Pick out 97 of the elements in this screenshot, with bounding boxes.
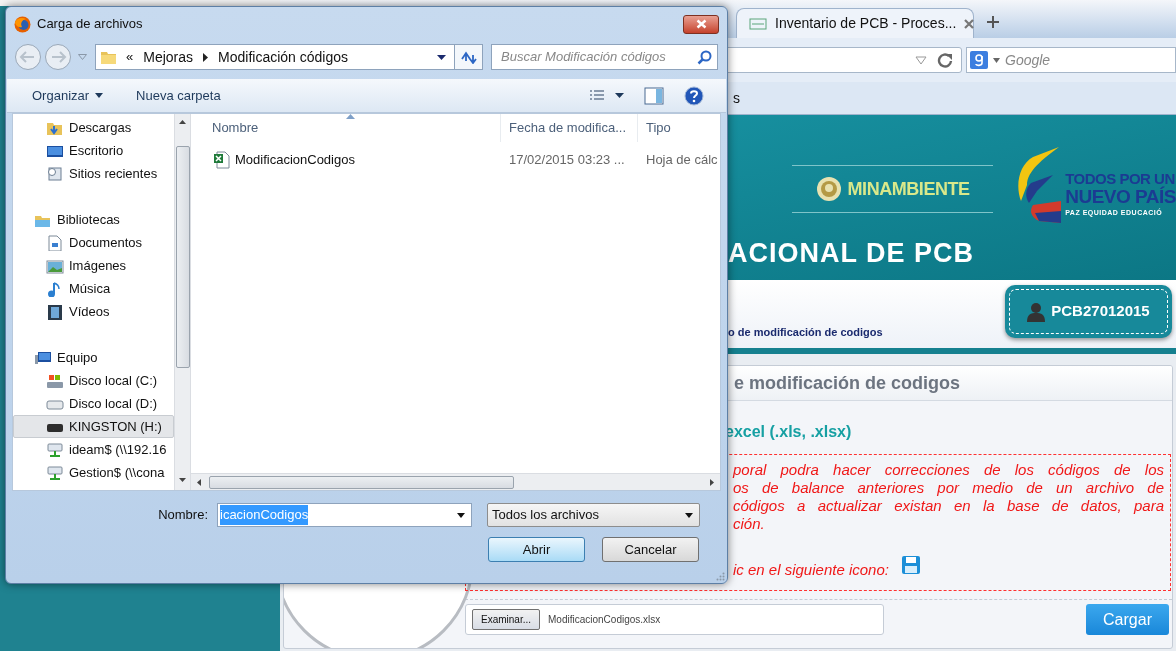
nav-item[interactable]: Bibliotecas [13, 208, 174, 231]
network-drive-icon [46, 441, 64, 458]
dropdown-icon [78, 54, 87, 60]
search-icon [697, 49, 712, 65]
close-button[interactable] [683, 14, 719, 34]
dialog-button[interactable]: Abrir [488, 537, 585, 562]
column-header[interactable]: Nombre [191, 114, 501, 142]
google-icon [970, 51, 988, 69]
nav-item[interactable]: Equipo [13, 346, 174, 369]
scroll-up-icon[interactable] [179, 120, 186, 124]
view-options-button[interactable] [589, 88, 624, 103]
reload-icon [937, 52, 953, 68]
vertical-scrollbar[interactable] [174, 114, 191, 490]
browser-tab[interactable]: Inventario de PCB - Proces... [736, 8, 974, 38]
path-segment[interactable]: Modificación códigos [218, 46, 348, 68]
site-title: ACIONAL DE PCB [727, 237, 976, 270]
breadcrumb-text: o de modificación de codigos [728, 324, 883, 340]
page-icon [749, 17, 767, 30]
notice-text: ic en el siguiente icono: [733, 561, 889, 579]
dropdown-icon [437, 54, 446, 60]
notice-text: códigos a actualizar existan en la base de datos, para [733, 497, 1164, 515]
file-date: 17/02/2015 03:23 ... [508, 151, 626, 170]
nav-item[interactable]: Música [13, 277, 174, 300]
filename-label: Nombre: [157, 506, 209, 525]
file-type-select[interactable]: Todos los archivos [487, 503, 700, 527]
resize-grip-icon [716, 572, 725, 581]
toolbar-button[interactable]: Nueva carpeta [136, 85, 221, 106]
nav-item[interactable]: Vídeos [13, 300, 174, 323]
notice-text: os de balance anteriores por medio de un archivo de [733, 479, 1164, 497]
toolbar-button[interactable]: Organizar [32, 85, 104, 106]
recent-places-icon [46, 165, 64, 182]
file-name: ModificacionCodigos.xlsx [548, 613, 661, 627]
path-overflow[interactable]: « [126, 47, 134, 67]
nav-item[interactable]: Sitios recientes [13, 162, 174, 185]
tab-title: Inventario de PCB - Proces... [775, 14, 957, 33]
dropdown-icon [457, 512, 465, 518]
file-name: ModificacionCodigos [235, 151, 355, 170]
nav-item[interactable]: ideam$ (\\192.16 [13, 438, 174, 461]
picture-icon [46, 257, 64, 274]
scroll-right-icon[interactable] [710, 478, 714, 486]
help-icon[interactable] [684, 85, 704, 106]
drive-icon [46, 372, 64, 389]
drive-icon [46, 397, 64, 410]
search-field[interactable]: Google [966, 47, 1176, 73]
nav-item[interactable]: Descargas [13, 116, 174, 139]
search-field[interactable]: Buscar Modificación códigos [491, 44, 718, 70]
nav-item[interactable]: Gestion$ (\\cona [13, 461, 174, 484]
close-icon [964, 18, 975, 29]
caret-icon [615, 93, 624, 98]
search-placeholder: Buscar Modificación códigos [501, 48, 666, 67]
globe-fox-icon [14, 15, 31, 33]
dialog-title: Carga de archivos [37, 15, 143, 34]
search-placeholder: Google [1005, 50, 1051, 70]
list-view-icon [589, 88, 605, 103]
horizontal-scrollbar[interactable] [191, 473, 720, 490]
column-header[interactable]: Fecha de modifica... [501, 114, 638, 142]
file-input[interactable]: Examinar... ModificacionCodigos.xlsx [465, 604, 884, 635]
close-icon [695, 19, 707, 29]
ministry-logo-text: MINAMBIENTE [847, 177, 970, 201]
plus-icon[interactable] [986, 15, 1000, 29]
spreadsheet-icon [213, 151, 230, 169]
computer-icon [34, 349, 52, 366]
scroll-left-icon[interactable] [197, 478, 201, 486]
bookmark-link[interactable]: s [733, 87, 740, 109]
document-icon [46, 234, 64, 251]
scroll-down-icon[interactable] [179, 478, 186, 482]
dropdown-icon [993, 57, 1000, 63]
nav-item[interactable]: Escritorio [13, 139, 174, 162]
seal-icon [815, 176, 842, 202]
slogan-text: NUEVO PAÍS [1065, 187, 1176, 206]
slogan-text: TODOS POR UN [1065, 171, 1175, 186]
file-type: Hoja de cálc [645, 151, 719, 170]
nav-item[interactable]: KINGSTON (H:) [13, 415, 174, 438]
user-icon [1027, 301, 1046, 322]
nav-item[interactable]: Imágenes [13, 254, 174, 277]
column-header[interactable]: Tipo [638, 114, 720, 142]
dialog-button[interactable]: Cancelar [602, 537, 699, 562]
sort-arrow-icon [345, 114, 355, 119]
browse-button[interactable]: Examinar... [472, 609, 541, 630]
nav-item[interactable]: Disco local (C:) [13, 369, 174, 392]
dropdown-icon [685, 512, 693, 518]
notice-text: ción. [733, 515, 765, 533]
file-row[interactable]: ModificacionCodigos 17/02/2015 03:23 ... Hoja de cálc [191, 148, 720, 172]
dropdown-icon [915, 55, 927, 65]
nav-item[interactable]: Disco local (D:) [13, 392, 174, 415]
path-field[interactable]: « Mejoras Modificación códigos [95, 44, 455, 70]
refresh-icon [459, 50, 478, 64]
chevron-right-icon [203, 52, 209, 62]
nav-item[interactable]: Documentos [13, 231, 174, 254]
folder-icon [100, 49, 118, 65]
filename-value: icacionCodigos [220, 505, 309, 525]
refresh-button[interactable] [455, 44, 483, 70]
film-icon [46, 303, 64, 320]
username: PCB27012015 [1051, 301, 1150, 322]
path-segment[interactable]: Mejoras [143, 46, 194, 68]
network-drive-icon [46, 464, 64, 481]
notice-text: poral podra hacer correcciones de los códigos de los [733, 461, 1164, 479]
